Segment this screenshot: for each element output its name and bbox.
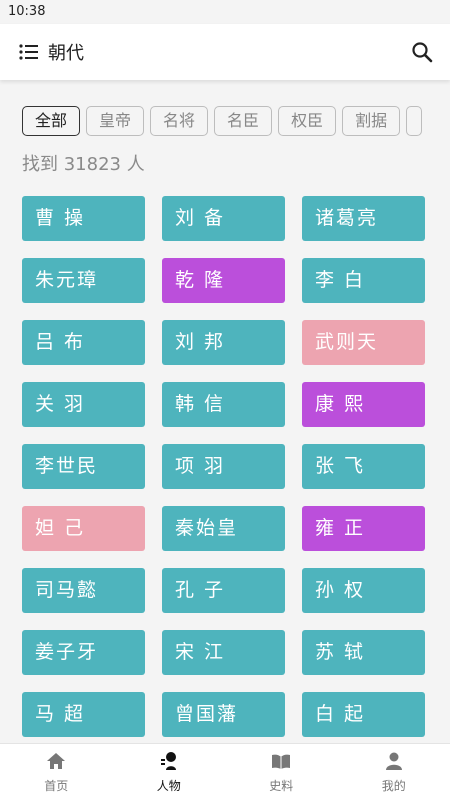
person-card[interactable]: 张 飞 [302, 444, 425, 489]
person-card[interactable]: 孔 子 [162, 568, 285, 613]
person-card[interactable]: 苏 轼 [302, 630, 425, 675]
filter-chip[interactable] [406, 106, 423, 136]
nav-item-label: 人物 [156, 779, 181, 793]
person-card[interactable]: 关 羽 [22, 382, 145, 427]
nav-item-user[interactable]: 我的 [338, 744, 450, 800]
bottom-nav: 首页 人物 史料 我的 [0, 743, 450, 800]
user-icon [383, 750, 405, 777]
person-card[interactable]: 妲 己 [22, 506, 145, 551]
person-card[interactable]: 曹 操 [22, 196, 145, 241]
filter-chip[interactable]: 皇帝 [86, 106, 145, 136]
person-card[interactable]: 李 白 [302, 258, 425, 303]
filter-chip[interactable]: 全部 [22, 106, 81, 136]
home-icon [45, 750, 67, 777]
person-card[interactable]: 宋 江 [162, 630, 285, 675]
status-time: 10:38 [8, 4, 46, 19]
person-card[interactable]: 李世民 [22, 444, 145, 489]
person-card[interactable]: 吕 布 [22, 320, 145, 365]
page-title: 朝代 [48, 43, 84, 64]
person-card[interactable]: 姜子牙 [22, 630, 145, 675]
nav-item-label: 史料 [269, 779, 294, 793]
filter-chip[interactable]: 权臣 [278, 106, 337, 136]
filter-chip[interactable]: 名臣 [214, 106, 273, 136]
nav-item-person[interactable]: 人物 [113, 744, 226, 800]
search-icon[interactable] [410, 40, 434, 64]
person-card[interactable]: 刘 备 [162, 196, 285, 241]
person-card[interactable]: 刘 邦 [162, 320, 285, 365]
filter-chip-bar: 全部 皇帝 名将 名臣 权臣 割据 [0, 106, 432, 136]
book-icon [270, 750, 292, 777]
person-card[interactable]: 秦始皇 [162, 506, 285, 551]
nav-item-book[interactable]: 史料 [225, 744, 338, 800]
person-card[interactable]: 项 羽 [162, 444, 285, 489]
person-card[interactable]: 朱元璋 [22, 258, 145, 303]
person-card[interactable]: 白 起 [302, 692, 425, 737]
person-card[interactable]: 曾国藩 [162, 692, 285, 737]
person-card[interactable]: 司马懿 [22, 568, 145, 613]
nav-item-home[interactable]: 首页 [0, 744, 113, 800]
person-card[interactable]: 雍 正 [302, 506, 425, 551]
person-card[interactable]: 康 熙 [302, 382, 425, 427]
nav-item-label: 我的 [381, 779, 406, 793]
person-card[interactable]: 乾 隆 [162, 258, 285, 303]
person-card[interactable]: 孙 权 [302, 568, 425, 613]
nav-item-label: 首页 [44, 779, 69, 793]
person-grid: 曹 操刘 备诸葛亮朱元璋乾 隆李 白吕 布刘 邦武则天关 羽韩 信康 熙李世民项… [0, 196, 450, 737]
person-card[interactable]: 韩 信 [162, 382, 285, 427]
status-bar: 10:38 [0, 0, 450, 24]
result-count: 找到 31823 人 [22, 154, 145, 175]
person-card[interactable]: 武则天 [302, 320, 425, 365]
person-card[interactable]: 马 超 [22, 692, 145, 737]
person-icon [158, 750, 180, 777]
filter-chip[interactable]: 割据 [342, 106, 401, 136]
person-card[interactable]: 诸葛亮 [302, 196, 425, 241]
filter-chip[interactable]: 名将 [150, 106, 209, 136]
app-bar: 朝代 [0, 24, 450, 80]
menu-icon[interactable] [18, 40, 42, 64]
